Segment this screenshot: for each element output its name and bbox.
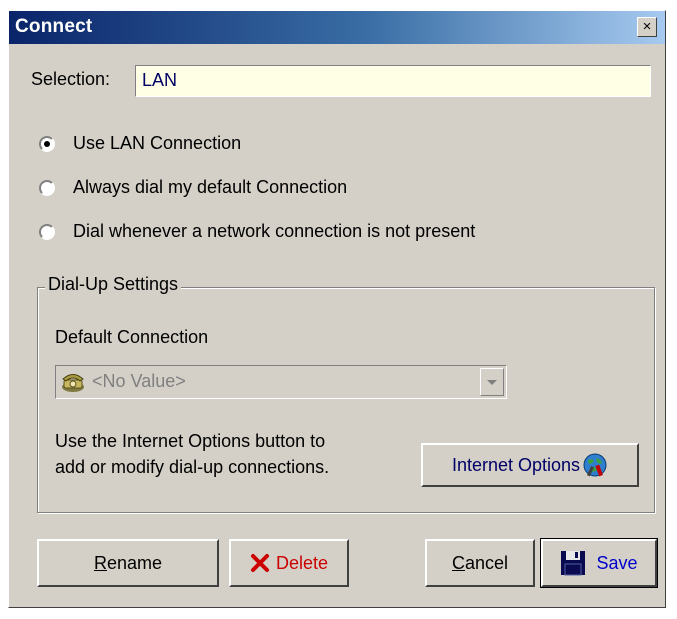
connect-dialog: Connect × Selection: LAN Use LAN Connect… xyxy=(8,10,666,608)
window-title: Connect xyxy=(15,16,93,37)
group-legend: Dial-Up Settings xyxy=(45,274,182,295)
radio-label: Always dial my default Connection xyxy=(73,177,348,197)
globe-tools-icon xyxy=(583,453,607,477)
delete-x-icon xyxy=(250,554,269,572)
phone-icon xyxy=(62,374,84,392)
delete-button[interactable]: Delete xyxy=(229,539,349,587)
default-connection-label: Default Connection xyxy=(55,327,209,347)
floppy-disk-icon xyxy=(561,551,586,576)
radio-button[interactable] xyxy=(39,180,55,196)
save-label: Save xyxy=(596,552,638,573)
cancel-mnemonic: C xyxy=(451,552,465,573)
rename-mnemonic: R xyxy=(93,552,107,573)
close-button[interactable]: × xyxy=(637,17,657,37)
radio-label: Dial whenever a network connection is no… xyxy=(73,221,476,241)
title-bar[interactable]: Connect × xyxy=(9,11,665,44)
selection-field[interactable]: LAN xyxy=(135,65,651,97)
dropdown-value: <No Value> xyxy=(92,371,186,391)
rename-label: ename xyxy=(106,552,163,573)
selection-label: Selection: xyxy=(31,69,111,89)
help-text-line1: Use the Internet Options button to xyxy=(55,431,326,451)
close-icon: × xyxy=(642,18,652,35)
help-text-line2: add or modify dial-up connections. xyxy=(55,457,330,477)
radio-label: Use LAN Connection xyxy=(73,133,242,153)
internet-options-button[interactable]: Internet Options xyxy=(421,443,639,487)
radio-button[interactable] xyxy=(39,224,55,240)
cancel-button[interactable]: Cancel xyxy=(425,539,535,587)
radio-button-selected[interactable] xyxy=(39,136,55,152)
default-connection-dropdown[interactable]: <No Value> xyxy=(55,365,507,399)
internet-options-label: Internet Options xyxy=(451,454,581,475)
cancel-label: ancel xyxy=(464,552,509,573)
rename-button[interactable]: Rename xyxy=(37,539,219,587)
save-button[interactable]: Save xyxy=(540,538,658,588)
delete-label: Delete xyxy=(275,552,329,573)
chevron-down-icon[interactable] xyxy=(480,368,504,396)
